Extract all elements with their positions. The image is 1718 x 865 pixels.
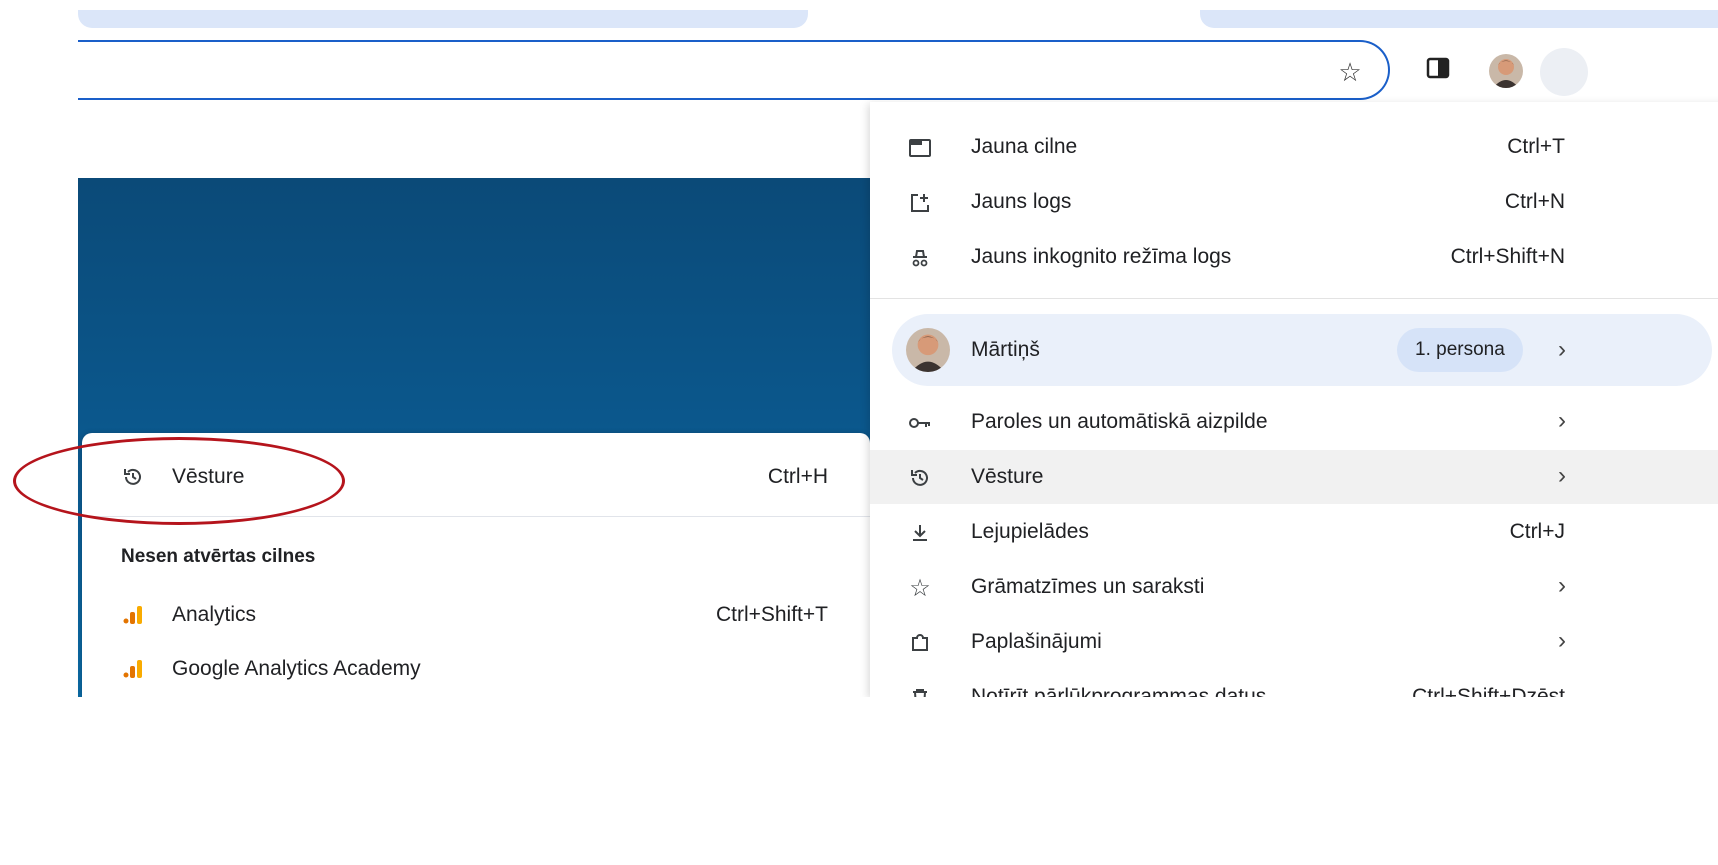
- submenu-history-shortcut: Ctrl+H: [767, 465, 828, 488]
- menu-item-downloads[interactable]: Lejupielādes Ctrl+J: [870, 505, 1718, 559]
- extension-icon: [906, 629, 934, 657]
- recent-tab-item[interactable]: Google Analytics Academy: [82, 642, 870, 696]
- address-bar[interactable]: [60, 40, 1390, 100]
- menu-item-label: Jauns logs: [971, 190, 1072, 213]
- chevron-right-icon: ›: [1558, 627, 1566, 654]
- history-icon: [906, 464, 934, 492]
- profile-avatar-icon: [906, 328, 950, 372]
- analytics-icon: [120, 658, 146, 680]
- chevron-right-icon: ›: [1558, 572, 1566, 599]
- recent-tab-label: Google Analytics Academy: [172, 657, 421, 680]
- download-icon: [906, 519, 934, 547]
- chevron-right-icon: ›: [1558, 336, 1566, 363]
- menu-item-label: Paplašinājumi: [971, 630, 1102, 653]
- menu-item-shortcut: Ctrl+J: [1509, 520, 1565, 543]
- recent-tabs-heading: Nesen atvērtas cilnes: [121, 546, 316, 567]
- menu-profile-row[interactable]: Mārtiņš 1. persona ›: [892, 314, 1712, 386]
- menu-item-passwords[interactable]: Paroles un automātiskā aizpilde ›: [870, 395, 1718, 449]
- recent-tab-shortcut: Ctrl+Shift+T: [715, 603, 828, 626]
- chevron-right-icon: ›: [1558, 407, 1566, 434]
- profile-badge: 1. persona: [1397, 328, 1523, 372]
- menu-item-new-tab[interactable]: Jauna cilne Ctrl+T: [870, 120, 1718, 174]
- analytics-icon: [120, 604, 146, 626]
- chrome-menu-button[interactable]: [1540, 48, 1588, 96]
- recent-tab-label: Analytics: [172, 603, 257, 626]
- menu-item-bookmarks[interactable]: ☆ Grāmatzīmes un saraksti ›: [870, 560, 1718, 614]
- menu-item-shortcut: Ctrl+Shift+N: [1450, 245, 1565, 268]
- new-window-icon: [906, 189, 934, 217]
- menu-item-new-window[interactable]: Jauns logs Ctrl+N: [870, 175, 1718, 229]
- bookmark-star-icon[interactable]: ☆: [1330, 52, 1370, 92]
- menu-item-label: Paroles un automātiskā aizpilde: [971, 410, 1268, 433]
- menu-item-label: Lejupielādes: [971, 520, 1089, 543]
- tab-strip-left[interactable]: [78, 10, 808, 28]
- menu-item-history[interactable]: Vēsture ›: [870, 450, 1718, 504]
- profile-avatar-icon[interactable]: [1489, 54, 1523, 88]
- annotation-highlight-ring: [13, 437, 345, 525]
- new-tab-icon: [906, 134, 934, 162]
- menu-item-shortcut: Ctrl+T: [1507, 135, 1565, 158]
- side-panel-icon[interactable]: [1426, 57, 1450, 79]
- menu-item-extensions[interactable]: Paplašinājumi ›: [870, 615, 1718, 669]
- key-icon: [906, 409, 934, 437]
- menu-divider: [870, 298, 1718, 299]
- incognito-icon: [906, 244, 934, 272]
- tab-strip-right[interactable]: [1200, 10, 1718, 28]
- menu-item-label: Jauns inkognito režīma logs: [971, 245, 1232, 268]
- menu-item-label: Vēsture: [971, 465, 1044, 488]
- recent-tab-item[interactable]: Analytics Ctrl+Shift+T: [82, 588, 870, 642]
- menu-item-shortcut: Ctrl+N: [1504, 190, 1565, 213]
- menu-item-label: Grāmatzīmes un saraksti: [971, 575, 1205, 598]
- profile-name: Mārtiņš: [971, 338, 1040, 361]
- chrome-main-menu: Jauna cilne Ctrl+T Jauns logs Ctrl+N Jau…: [870, 102, 1718, 708]
- chevron-right-icon: ›: [1558, 462, 1566, 489]
- menu-item-incognito[interactable]: Jauns inkognito režīma logs Ctrl+Shift+N: [870, 230, 1718, 284]
- star-icon: ☆: [909, 574, 931, 602]
- menu-item-label: Jauna cilne: [971, 135, 1078, 158]
